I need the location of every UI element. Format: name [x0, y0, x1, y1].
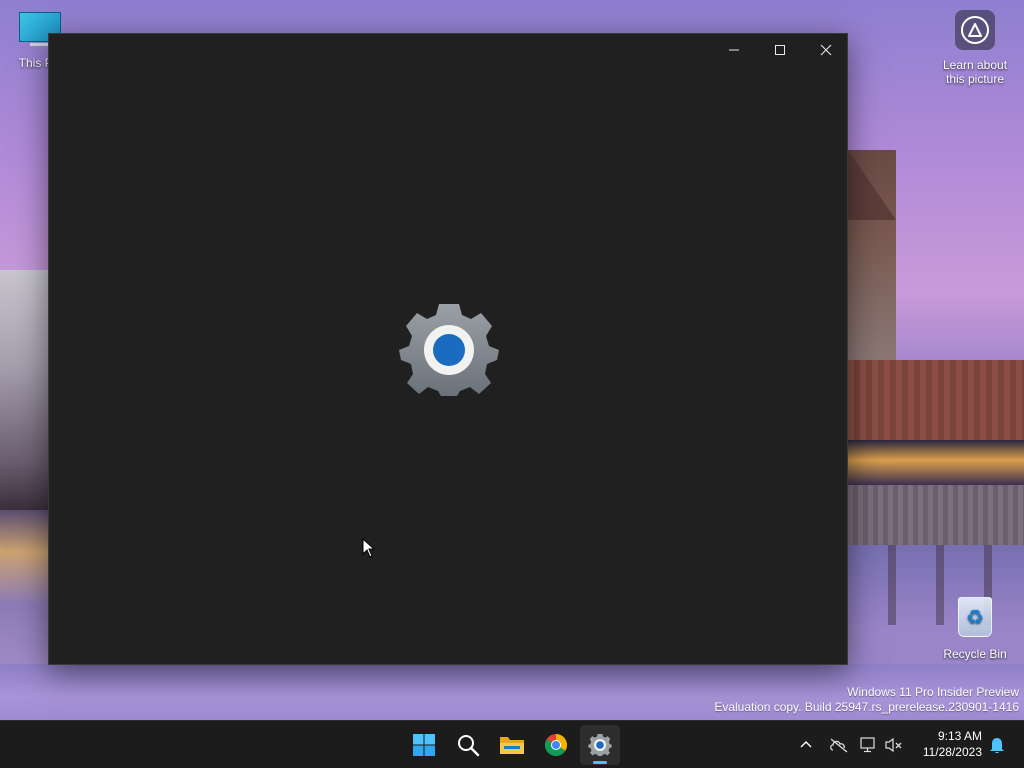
- close-icon: [820, 44, 832, 56]
- clock-time: 9:13 AM: [937, 729, 982, 743]
- clock-date: 11/28/2023: [922, 745, 982, 759]
- wallpaper-bridge-base: [848, 485, 1024, 545]
- volume-button[interactable]: [882, 725, 906, 765]
- show-hidden-icons-button[interactable]: [794, 725, 818, 765]
- active-app-indicator: [593, 761, 607, 764]
- minimize-button[interactable]: [711, 34, 757, 66]
- wallpaper-bridge: [848, 440, 1024, 485]
- wallpaper-buildings: [0, 270, 48, 510]
- mouse-cursor-icon: [362, 537, 376, 562]
- search-icon: [458, 735, 480, 757]
- settings-window[interactable]: [48, 33, 848, 665]
- taskbar-clock[interactable]: 9:13 AM 11/28/2023: [910, 728, 982, 760]
- maximize-icon: [775, 45, 785, 55]
- notifications-button[interactable]: [984, 725, 1010, 765]
- file-explorer-button[interactable]: [492, 725, 532, 765]
- settings-taskbar-button[interactable]: [580, 725, 620, 765]
- display-icon: [860, 737, 875, 753]
- desktop-icon-label: Learn about: [942, 58, 1008, 72]
- watermark-line: Windows 11 Pro Insider Preview: [847, 685, 1019, 699]
- folder-icon: [500, 737, 524, 754]
- chrome-button[interactable]: [536, 725, 576, 765]
- close-button[interactable]: [803, 34, 849, 66]
- volume-muted-icon: [885, 737, 902, 753]
- settings-icon: [588, 734, 612, 756]
- desktop-icon-label: this picture: [945, 72, 1005, 86]
- settings-gear-icon: [399, 302, 499, 398]
- start-button[interactable]: [404, 725, 444, 765]
- wallpaper-tower-roof: [848, 150, 896, 220]
- desktop-icon-label: Recycle Bin: [943, 647, 1007, 661]
- network-button[interactable]: [826, 725, 852, 765]
- desktop-icon-learn-about-picture[interactable]: Learn about this picture: [935, 10, 1015, 86]
- chevron-up-icon: [800, 741, 812, 748]
- chrome-icon: [545, 734, 567, 756]
- wallpaper-bridge-roof: [848, 360, 1024, 440]
- recycle-bin-icon: ♻: [958, 597, 992, 637]
- notification-bell-icon: [990, 738, 1004, 754]
- minimize-icon: [729, 49, 739, 51]
- maximize-button[interactable]: [757, 34, 803, 66]
- camera-info-icon: [955, 10, 995, 50]
- display-button[interactable]: [858, 725, 880, 765]
- watermark-line: Evaluation copy. Build 25947.rs_prerelea…: [714, 700, 1019, 714]
- title-bar[interactable]: [49, 34, 847, 66]
- windows-logo-icon: [413, 734, 435, 756]
- taskbar: 9:13 AM 11/28/2023: [0, 720, 1024, 768]
- network-offline-icon: [830, 738, 848, 753]
- search-button[interactable]: [448, 725, 488, 765]
- build-watermark: Windows 11 Pro Insider Preview Evaluatio…: [714, 685, 1019, 715]
- desktop-icon-recycle-bin[interactable]: ♻ Recycle Bin: [935, 597, 1015, 661]
